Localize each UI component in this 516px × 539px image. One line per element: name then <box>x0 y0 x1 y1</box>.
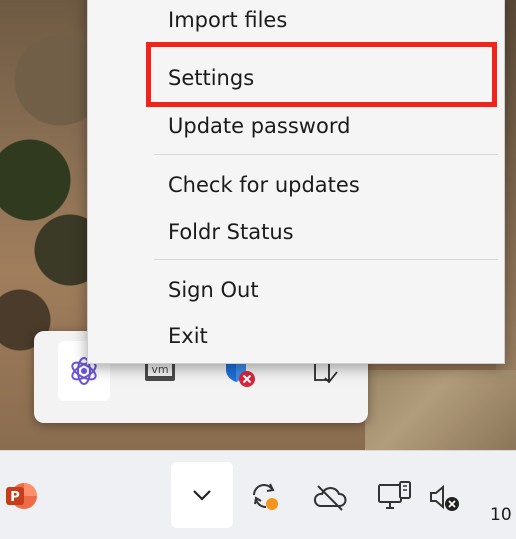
volume-muted-icon <box>430 484 459 511</box>
menu-item-update-password[interactable]: Update password <box>168 112 350 140</box>
tray-volume[interactable] <box>428 481 462 515</box>
menu-item-sign-out[interactable]: Sign Out <box>168 276 259 304</box>
tray-sync[interactable] <box>246 479 282 515</box>
svg-text:P: P <box>10 490 20 505</box>
sync-icon <box>253 483 278 510</box>
network-icon <box>378 481 411 509</box>
powerpoint-icon: P <box>6 483 37 509</box>
menu-item-exit[interactable]: Exit <box>168 322 208 350</box>
menu-item-check-updates[interactable]: Check for updates <box>168 171 360 199</box>
tray-onedrive[interactable] <box>312 479 348 515</box>
chevron-up-icon <box>193 490 211 501</box>
taskbar-clock[interactable]: 10 <box>490 505 512 525</box>
show-hidden-icons-button[interactable] <box>171 462 233 528</box>
onedrive-offline-icon <box>313 485 347 511</box>
tray-network[interactable] <box>376 479 414 515</box>
menu-item-import-files[interactable]: Import files <box>168 6 287 34</box>
taskbar: P 10 <box>0 450 516 539</box>
settings-highlight-box <box>146 42 497 107</box>
menu-item-foldr-status[interactable]: Foldr Status <box>168 218 294 246</box>
wallpaper-rock <box>365 370 516 450</box>
svg-text:vm: vm <box>151 363 168 376</box>
taskbar-powerpoint[interactable]: P <box>4 479 38 513</box>
menu-separator <box>154 154 498 155</box>
menu-separator <box>154 259 498 260</box>
